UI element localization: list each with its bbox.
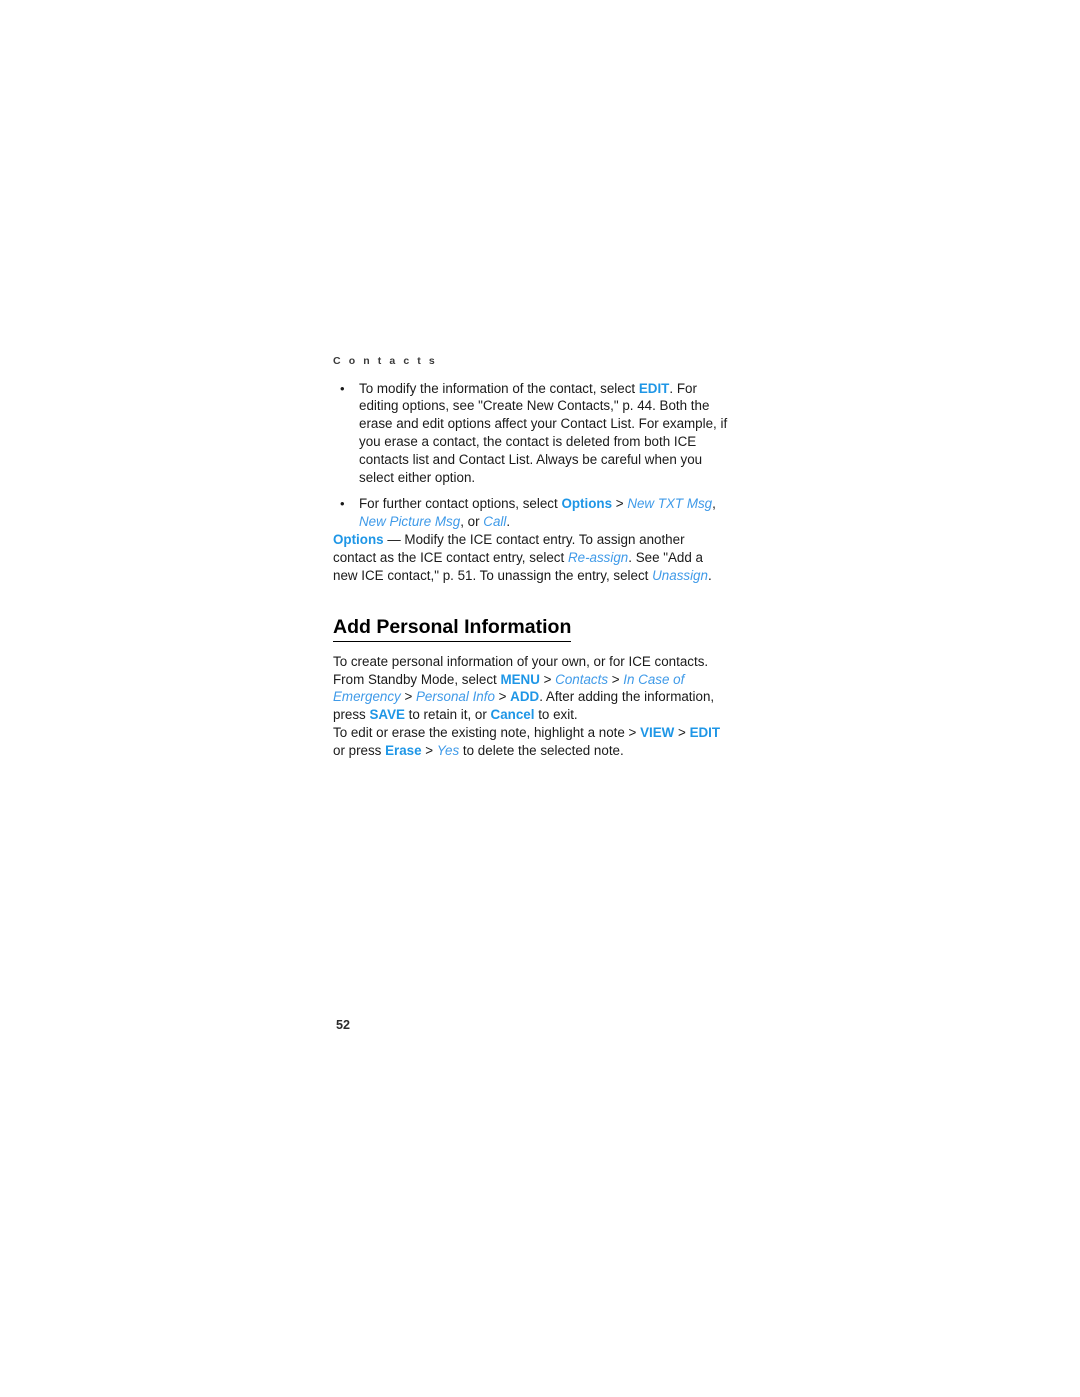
running-header: C o n t a c t s [333,355,438,367]
ui-separator: > [674,724,690,740]
edit-note-paragraph: To edit or erase the existing note, high… [333,724,729,760]
manual-page: C o n t a c t s • To modify the informat… [0,0,1080,1397]
intro-paragraph: To create personal information of your o… [333,653,729,724]
paragraph-text-part: . [707,567,712,583]
ui-separator: > [612,496,628,512]
paragraph-text-part: or press [333,742,386,758]
ui-item-personal-info: Personal Info [416,689,495,705]
section-heading-wrap: Add Personal Information [333,584,729,652]
options-paragraph: Options — Modify the ICE contact entry. … [333,531,729,584]
bullet-text-part: . For editing options, see "Create New C… [359,380,728,485]
bullet-text-part: , or [460,514,484,530]
bullet-marker: • [340,496,345,512]
bullet-text-part: , [712,496,716,512]
ui-item-re-assign: Re-assign [567,549,629,565]
ui-key-edit: EDIT [689,724,721,740]
ui-key-save: SAVE [369,707,405,723]
ui-item-new-txt-msg: New TXT Msg [627,496,713,512]
ui-separator: > [400,689,416,705]
bullet-text-part: . [506,514,511,530]
ui-separator: > [494,689,511,705]
page-title: Add Personal Information [333,615,572,642]
ui-key-cancel: Cancel [490,707,535,723]
ui-separator: > [539,671,556,687]
list-item: • To modify the information of the conta… [333,380,729,487]
ui-key-edit: EDIT [638,380,670,396]
ui-item-contacts: Contacts [555,671,609,687]
text-column: C o n t a c t s • To modify the informat… [333,355,729,760]
ui-key-add: ADD [510,689,540,705]
paragraph-text-part: to exit. [534,707,578,723]
list-item: • For further contact options, select Op… [333,495,729,531]
ui-key-view: VIEW [640,724,675,740]
ui-separator: > [421,742,437,758]
ui-separator: > [608,671,624,687]
bullet-text-part: To modify the information of the contact… [359,380,639,396]
ui-key-menu: MENU [500,671,540,687]
ui-item-new-picture-msg: New Picture Msg [359,514,461,530]
ui-key-options: Options [333,531,384,547]
ui-key-options: Options [561,496,613,512]
ui-key-erase: Erase [385,742,422,758]
paragraph-text-part: to delete the selected note. [459,742,624,758]
bullet-text-part: For further contact options, select [359,496,562,512]
ui-item-call: Call [483,514,507,530]
ui-item-unassign: Unassign [652,567,708,583]
paragraph-text-part: to retain it, or [404,707,491,723]
bullet-list: • To modify the information of the conta… [333,380,729,531]
paragraph-text-part: To edit or erase the existing note, high… [333,724,641,740]
bullet-marker: • [340,380,345,396]
ui-item-yes: Yes [436,742,460,758]
page-number: 52 [336,1018,351,1032]
